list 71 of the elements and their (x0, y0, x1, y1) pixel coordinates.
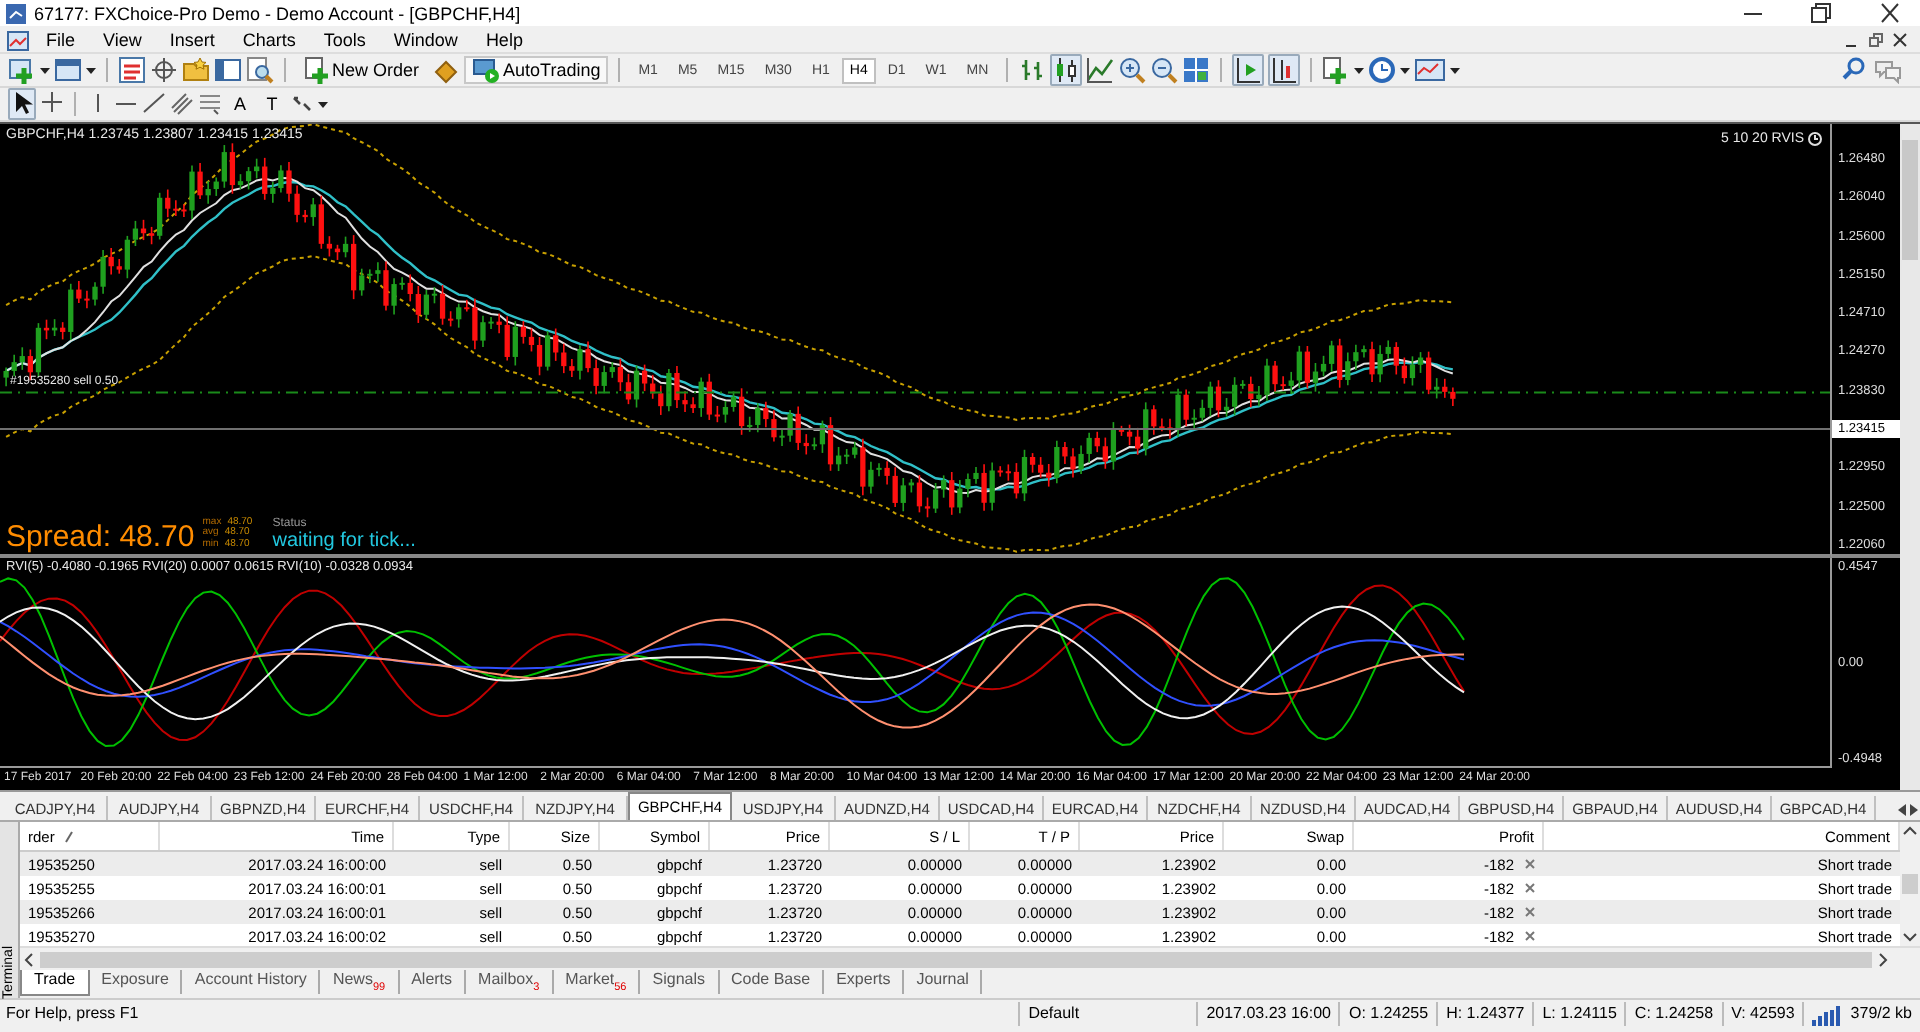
window-icon[interactable] (54, 56, 82, 84)
status-text: waiting for tick... (272, 530, 416, 554)
horizontal-scrollbar[interactable] (20, 946, 1920, 970)
terminal-tab[interactable]: Account History (182, 970, 321, 994)
document-plus-icon (304, 56, 328, 84)
fibonacci-icon[interactable] (198, 90, 222, 118)
bar-chart-icon[interactable] (1018, 56, 1047, 84)
trendline-icon[interactable] (142, 90, 166, 118)
add-indicator-icon[interactable] (1322, 56, 1351, 84)
autotrading-button[interactable]: AutoTrading (463, 56, 609, 84)
terminal-tab[interactable]: Alerts (399, 970, 467, 994)
scroll-left-icon[interactable] (20, 951, 36, 967)
shift-chart-icon[interactable] (1270, 56, 1299, 84)
volume: V: 42593 (1721, 1001, 1803, 1025)
candlestick-icon[interactable] (1052, 56, 1081, 84)
cursor-icon[interactable] (10, 90, 34, 118)
menu-item[interactable]: Tools (311, 29, 378, 49)
traffic-text: 379/2 kb (1850, 1004, 1912, 1022)
high-price: H: 1.24377 (1436, 1001, 1533, 1025)
terminal-tab[interactable]: Exposure (89, 970, 183, 994)
folder-icon[interactable] (182, 56, 210, 84)
zoom-in-icon[interactable] (1118, 56, 1147, 84)
scroll-chart-icon[interactable] (1234, 56, 1263, 84)
open-price: O: 1.24255 (1338, 1001, 1437, 1025)
scrollbar-thumb[interactable] (40, 951, 1872, 967)
profile-name: Default (1018, 1001, 1197, 1025)
terminal-tab[interactable]: Journal (904, 970, 983, 994)
menu-item[interactable]: File (34, 29, 88, 49)
menu-item[interactable]: Charts (230, 29, 308, 49)
connection-bars-icon (1812, 1001, 1845, 1025)
close-price: C: 1.24258 (1624, 1001, 1722, 1025)
scrollbar-thumb[interactable] (1902, 874, 1918, 894)
scrollbar-thumb[interactable] (1902, 140, 1918, 260)
close-icon[interactable] (1890, 29, 1910, 49)
crosshair-icon[interactable] (40, 90, 64, 118)
channel-icon[interactable] (170, 90, 194, 118)
terminal-tab[interactable]: Signals (640, 970, 719, 994)
terminal-tab[interactable]: Experts (824, 970, 905, 994)
search-icon[interactable] (1840, 56, 1868, 84)
scroll-down-icon[interactable] (1902, 930, 1918, 946)
scroll-up-icon[interactable] (1902, 822, 1918, 838)
menu-item[interactable]: Insert (157, 29, 227, 49)
menu-item[interactable]: Help (473, 29, 535, 49)
help-text: For Help, press F1 (4, 1004, 141, 1022)
menu-item[interactable]: Window (381, 29, 470, 49)
text-tool-button[interactable]: A (226, 91, 254, 117)
terminal-tab[interactable]: Code Base (719, 970, 825, 994)
crosshair-icon[interactable] (150, 56, 178, 84)
spread-value: Spread: 48.70 (6, 520, 195, 554)
vertical-scrollbar[interactable] (1900, 124, 1920, 790)
scroll-right-icon[interactable] (1876, 951, 1892, 967)
order-line[interactable] (0, 391, 1830, 394)
line-chart-icon[interactable] (1086, 56, 1115, 84)
add-chart-icon[interactable] (8, 56, 36, 84)
template-icon[interactable] (1414, 56, 1447, 84)
list-window-icon[interactable] (118, 56, 146, 84)
diamond-icon[interactable] (431, 56, 460, 84)
chart-window-icon (6, 27, 30, 51)
menu-item[interactable]: View (91, 29, 154, 49)
terminal-tab[interactable]: Trade (20, 970, 90, 996)
text-tool-button[interactable]: T (258, 91, 286, 117)
bar-time: 2017.03.23 16:00 (1196, 1001, 1339, 1025)
window-title: 67177: FXChoice-Pro Demo - Demo Account - [GBPCHF,H4] (34, 3, 523, 23)
window-icon[interactable] (214, 56, 242, 84)
low-price: L: 1.24115 (1532, 1001, 1625, 1025)
tile-windows-icon[interactable] (1182, 56, 1211, 84)
new-order-button[interactable]: New Order (296, 56, 428, 84)
monitor-play-icon (471, 56, 500, 84)
magnifier-icon[interactable] (246, 56, 274, 84)
vertical-scrollbar[interactable] (1900, 822, 1920, 946)
zoom-out-icon[interactable] (1150, 56, 1179, 84)
